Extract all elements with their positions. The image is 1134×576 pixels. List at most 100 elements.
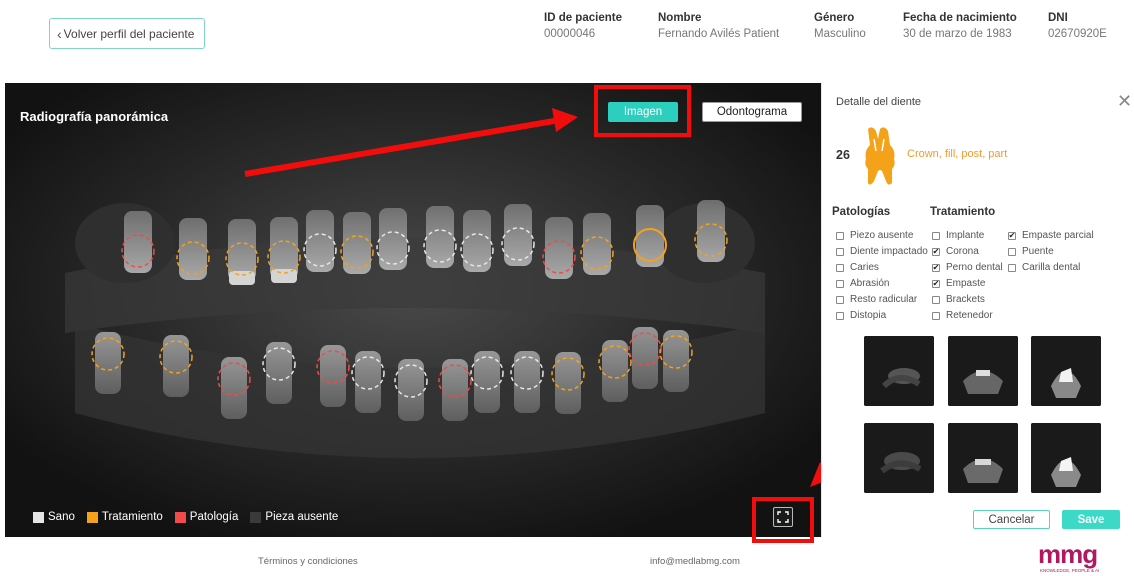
tab-odontogram[interactable]: Odontograma	[702, 102, 802, 122]
patient-id-label: ID de paciente	[544, 12, 622, 24]
tooth-thumbnail-5[interactable]	[948, 423, 1018, 493]
pathology-option[interactable]: Caries	[836, 262, 879, 273]
panoramic-viewer[interactable]: Radiografía panorámica Imagen Odontogram…	[5, 83, 821, 537]
legend-label: Patología	[189, 511, 239, 523]
cancel-button[interactable]: Cancelar	[973, 510, 1050, 529]
treatment-heading: Tratamiento	[930, 206, 996, 218]
legend-item-sano: Sano	[33, 511, 75, 523]
pathology-option[interactable]: Diente impactado	[836, 246, 928, 257]
patient-dni-value: 02670920E	[1048, 28, 1107, 40]
tooth-thumbnail-3[interactable]	[1031, 336, 1101, 406]
pathology-label: Abrasión	[850, 278, 890, 289]
checkbox[interactable]	[836, 247, 844, 256]
tooth-filling	[229, 271, 255, 285]
panoramic-xray-image[interactable]	[5, 83, 821, 537]
legend-item-tratamiento: Tratamiento	[86, 511, 163, 523]
checkbox[interactable]	[836, 295, 844, 304]
terms-link[interactable]: Términos y condiciones	[258, 556, 358, 567]
legend-swatch	[33, 511, 44, 523]
molar-tooth-icon	[865, 127, 895, 185]
patient-id-value: 00000046	[544, 28, 596, 40]
treatment-extra-label: Puente	[1022, 246, 1054, 257]
legend-swatch	[174, 511, 186, 523]
pathology-label: Caries	[850, 262, 879, 273]
legend-label: Tratamiento	[101, 511, 163, 523]
treatment-option[interactable]: Brackets	[932, 294, 985, 305]
treatment-option[interactable]: ✔ Empaste	[932, 278, 985, 289]
contact-email-link[interactable]: info@medlabmg.com	[650, 556, 740, 567]
tooth-thumbnail-1[interactable]	[864, 336, 934, 406]
expand-icon	[777, 511, 789, 523]
tooth-thumbnail-4[interactable]	[864, 423, 934, 493]
legend-item-pieza-ausente: Pieza ausente	[250, 511, 338, 523]
treatment-label: Retenedor	[946, 310, 993, 321]
pathology-option[interactable]: Resto radicular	[836, 294, 917, 305]
pathologies-heading: Patologías	[832, 206, 891, 218]
patient-birthdate-label: Fecha de nacimiento	[903, 12, 1017, 24]
pathology-label: Distopia	[850, 310, 887, 321]
legend-item-patologia: Patología	[174, 511, 239, 523]
viewer-title: Radiografía panorámica	[20, 109, 169, 124]
checkbox[interactable]: ✔	[932, 279, 940, 288]
pathology-label: Diente impactado	[850, 246, 928, 257]
tooth-detail-panel: Detalle del diente ✕ 26 Crown, fill, pos…	[821, 83, 1134, 537]
legend-label: Pieza ausente	[265, 511, 339, 523]
patient-gender-label: Género	[814, 12, 855, 24]
tooth-status-legend: Sano Tratamiento Patología Pieza ausente	[33, 511, 338, 523]
tooth-thumbnail-2[interactable]	[948, 336, 1018, 406]
logo-text: mmg	[1038, 541, 1097, 569]
treatment-option[interactable]: Retenedor	[932, 310, 993, 321]
mmg-logo: mmg KNOWLEDGE, PEOPLE & AI	[1038, 541, 1099, 573]
checkbox[interactable]	[836, 279, 844, 288]
treatment-extra-label: Carilla dental	[1022, 262, 1081, 273]
checkbox[interactable]	[932, 295, 940, 304]
patient-gender-value: Masculino	[814, 28, 866, 40]
pathology-option[interactable]: Piezo ausente	[836, 230, 913, 241]
treatment-extra-option[interactable]: Carilla dental	[1008, 262, 1080, 273]
tab-image[interactable]: Imagen	[608, 102, 678, 122]
pathology-option[interactable]: Distopia	[836, 310, 886, 321]
checkbox[interactable]: ✔	[932, 247, 940, 256]
legend-swatch	[250, 511, 262, 523]
logo-tagline: KNOWLEDGE, PEOPLE & AI	[1040, 568, 1099, 573]
pathology-option[interactable]: Abrasión	[836, 278, 889, 289]
checkbox[interactable]	[932, 311, 940, 320]
patient-id-field: ID de paciente 00000046	[544, 12, 622, 40]
treatment-option[interactable]: Implante	[932, 230, 984, 241]
patient-gender-field: Género Masculino	[814, 12, 866, 40]
tooth-filling	[271, 269, 297, 283]
checkbox[interactable]	[836, 263, 844, 272]
fullscreen-button[interactable]	[773, 507, 793, 527]
tooth-thumbnail-6[interactable]	[1031, 423, 1101, 493]
treatment-label: Brackets	[946, 294, 985, 305]
checkbox[interactable]	[932, 231, 940, 240]
patient-info-bar: ID de paciente 00000046 Nombre Fernando …	[0, 12, 1134, 46]
treatment-option[interactable]: ✔ Perno dental	[932, 262, 1003, 273]
checkbox[interactable]	[1008, 263, 1016, 272]
legend-label: Sano	[48, 511, 75, 523]
checkbox[interactable]: ✔	[1008, 231, 1016, 240]
panel-title: Detalle del diente	[836, 96, 922, 108]
treatment-option[interactable]: ✔ Corona	[932, 246, 979, 257]
treatment-extra-option[interactable]: Puente	[1008, 246, 1054, 257]
save-button[interactable]: Save	[1062, 510, 1120, 529]
pathology-label: Piezo ausente	[850, 230, 914, 241]
treatment-label: Empaste	[946, 278, 986, 289]
close-icon[interactable]: ✕	[1117, 92, 1132, 110]
patient-dni-label: DNI	[1048, 12, 1068, 24]
checkbox[interactable]	[1008, 247, 1016, 256]
legend-swatch	[86, 511, 98, 523]
patient-birthdate-value: 30 de marzo de 1983	[903, 28, 1012, 40]
treatment-label: Implante	[946, 230, 985, 241]
tooth-treatment-summary: Crown, fill, post, part	[907, 148, 1008, 160]
treatment-extra-option[interactable]: ✔ Empaste parcial	[1008, 230, 1094, 241]
patient-name-value: Fernando Avilés Patient	[658, 28, 780, 40]
checkbox[interactable]: ✔	[932, 263, 940, 272]
checkbox[interactable]	[836, 231, 844, 240]
treatment-label: Corona	[946, 246, 979, 257]
patient-name-field: Nombre Fernando Avilés Patient	[658, 12, 779, 40]
patient-birthdate-field: Fecha de nacimiento 30 de marzo de 1983	[903, 12, 1017, 40]
treatment-extra-label: Empaste parcial	[1022, 230, 1094, 241]
checkbox[interactable]	[836, 311, 844, 320]
tooth-number: 26	[836, 148, 850, 162]
